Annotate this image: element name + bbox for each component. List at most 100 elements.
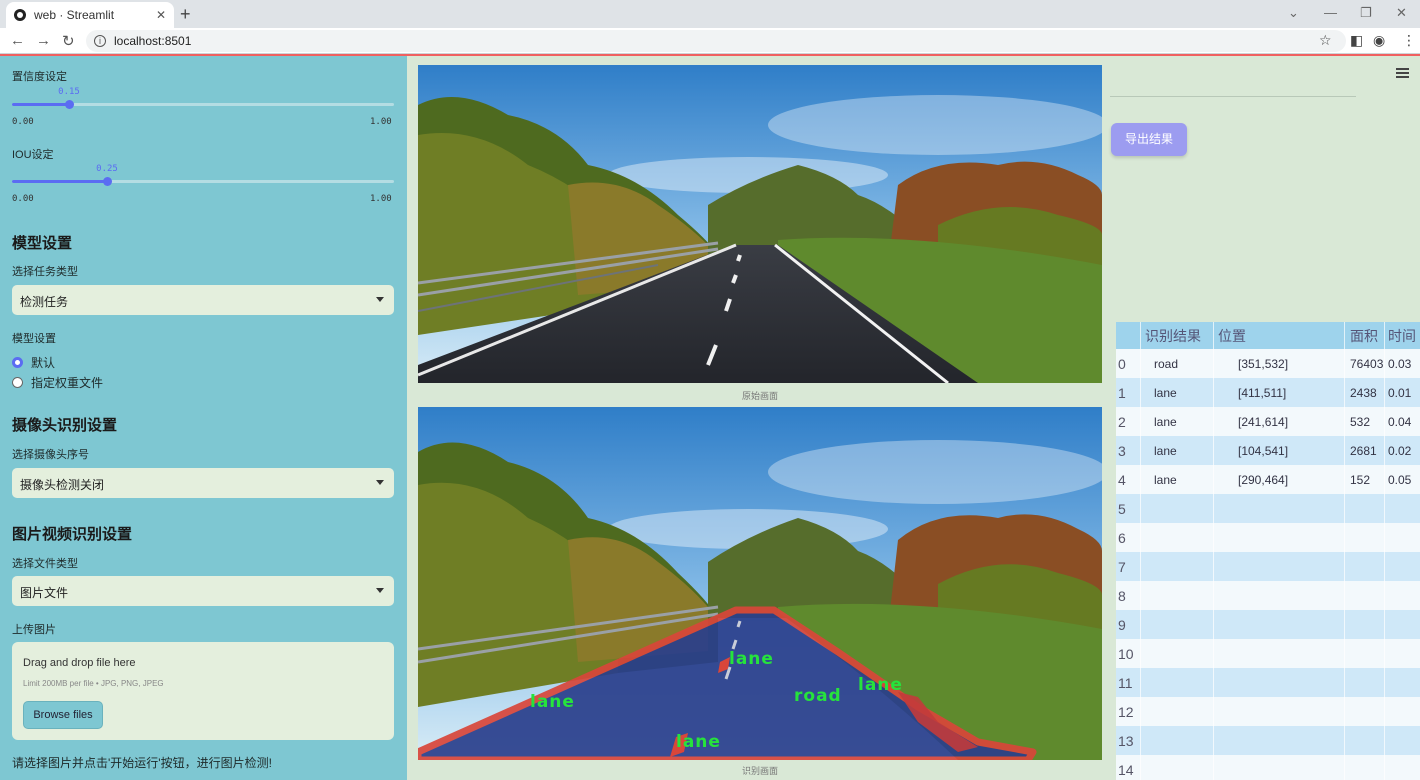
table-row[interactable]: 13 — [1116, 726, 1420, 755]
table-row[interactable]: 1 lane [411,511] 2438 0.01 — [1116, 378, 1420, 407]
model-setting-label: 模型设置 — [12, 333, 56, 345]
table-row[interactable]: 4 lane [290,464] 152 0.05 — [1116, 465, 1420, 494]
profile-avatar-icon[interactable]: ◉ — [1373, 32, 1385, 49]
browse-files-button[interactable]: Browse files — [23, 701, 103, 729]
hamburger-menu-icon[interactable] — [1396, 68, 1409, 78]
iou-min: 0.00 — [12, 194, 34, 204]
detection-label: lane — [676, 732, 721, 752]
divider — [1110, 96, 1356, 97]
column-divider — [1140, 322, 1141, 780]
row-index: 4 — [1118, 471, 1126, 488]
radio-unselected-icon[interactable] — [12, 377, 23, 388]
cell-area: 152 — [1350, 472, 1371, 487]
column-divider — [1344, 322, 1345, 780]
file-type-select[interactable]: 图片文件 — [12, 576, 394, 606]
detection-label: road — [794, 686, 842, 706]
table-row[interactable]: 3 lane [104,541] 2681 0.02 — [1116, 436, 1420, 465]
cell-area: 2438 — [1350, 385, 1377, 400]
table-row[interactable]: 5 — [1116, 494, 1420, 523]
confidence-slider-thumb[interactable] — [65, 100, 74, 109]
radio-custom-weights[interactable]: 指定权重文件 — [12, 374, 103, 391]
sidebar-panel-icon[interactable]: ◧ — [1350, 32, 1363, 49]
table-row[interactable]: 2 lane [241,614] 532 0.04 — [1116, 407, 1420, 436]
bookmark-star-icon[interactable]: ☆ — [1319, 32, 1332, 49]
chevron-down-icon — [376, 297, 384, 302]
row-index: 6 — [1118, 529, 1126, 546]
detection-label: lane — [530, 692, 575, 712]
address-bar[interactable]: i localhost:8501 — [86, 30, 1346, 52]
reload-icon[interactable]: ↻ — [62, 32, 75, 50]
window-close-icon[interactable]: ✕ — [1396, 5, 1407, 21]
cell-position: [411,511] — [1238, 385, 1287, 400]
table-row[interactable]: 10 — [1116, 639, 1420, 668]
row-index: 11 — [1118, 674, 1133, 691]
iou-slider[interactable] — [12, 177, 394, 186]
close-tab-icon[interactable]: ✕ — [156, 8, 166, 22]
radio-default[interactable]: 默认 — [12, 354, 55, 371]
column-divider — [1384, 322, 1385, 780]
iou-max: 1.00 — [370, 194, 392, 204]
confidence-slider[interactable] — [12, 100, 394, 109]
restore-icon[interactable]: ❐ — [1360, 5, 1372, 21]
forward-icon[interactable]: → — [36, 32, 51, 49]
cell-area: 532 — [1350, 414, 1371, 429]
confidence-slider-fill — [12, 103, 69, 106]
camera-select[interactable]: 摄像头检测关闭 — [12, 468, 394, 498]
cell-time: 0.02 — [1388, 443, 1412, 458]
row-index: 8 — [1118, 587, 1126, 604]
camera-select-value: 摄像头检测关闭 — [20, 478, 105, 492]
export-results-button[interactable]: 导出结果 — [1111, 123, 1187, 156]
streamlit-favicon-icon — [14, 9, 26, 21]
original-caption: 原始画面 — [741, 391, 778, 401]
cell-result: lane — [1154, 414, 1177, 429]
table-row[interactable]: 12 — [1116, 697, 1420, 726]
cell-result: lane — [1154, 472, 1177, 487]
task-type-select[interactable]: 检测任务 — [12, 285, 394, 315]
table-row[interactable]: 11 — [1116, 668, 1420, 697]
sidebar: 置信度设定 0.15 0.00 1.00 IOU设定 0.25 0.00 1.0… — [0, 56, 407, 780]
result-caption: 识别画面 — [741, 766, 778, 776]
site-info-icon[interactable]: i — [94, 35, 106, 47]
camera-index-label: 选择摄像头序号 — [12, 449, 89, 461]
back-icon[interactable]: ← — [10, 32, 25, 49]
task-type-label: 选择任务类型 — [12, 266, 78, 278]
browser-tab-bar: web · Streamlit ✕ + ⌄ — ❐ ✕ — [0, 0, 1420, 28]
row-index: 12 — [1118, 703, 1134, 720]
minimize-icon[interactable]: — — [1324, 5, 1337, 20]
detection-label: lane — [858, 675, 903, 695]
new-tab-icon[interactable]: + — [180, 4, 191, 25]
radio-custom-weights-label: 指定权重文件 — [31, 376, 104, 390]
url-text: localhost:8501 — [114, 34, 192, 48]
browser-toolbar: ← → ↻ i localhost:8501 ☆ ◧ ◉ ⋮ — [0, 28, 1420, 54]
browser-tab[interactable]: web · Streamlit ✕ — [6, 2, 174, 28]
table-row[interactable]: 8 — [1116, 581, 1420, 610]
cell-result: road — [1154, 356, 1179, 371]
file-type-value: 图片文件 — [20, 586, 69, 600]
header-position: 位置 — [1218, 327, 1246, 344]
camera-section-heading: 摄像头识别设置 — [12, 417, 118, 434]
table-row[interactable]: 14 — [1116, 755, 1420, 780]
tab-title: web · Streamlit — [34, 8, 115, 22]
file-uploader-dropzone[interactable]: Drag and drop file here Limit 200MB per … — [12, 642, 394, 740]
table-row[interactable]: 7 — [1116, 552, 1420, 581]
cell-time: 0.01 — [1388, 385, 1412, 400]
row-index: 5 — [1118, 500, 1126, 517]
cell-position: [290,464] — [1238, 472, 1289, 487]
upload-title: Drag and drop file here — [23, 657, 136, 669]
cell-time: 0.03 — [1388, 356, 1412, 371]
row-index: 1 — [1118, 384, 1126, 401]
confidence-value: 0.15 — [58, 87, 80, 97]
row-index: 0 — [1118, 355, 1126, 372]
iou-label: IOU设定 — [12, 149, 54, 161]
upload-limit: Limit 200MB per file • JPG, PNG, JPEG — [23, 679, 164, 688]
cell-area: 2681 — [1350, 443, 1377, 458]
iou-slider-thumb[interactable] — [103, 177, 112, 186]
tab-search-icon[interactable]: ⌄ — [1288, 5, 1299, 21]
table-row[interactable]: 0 road [351,532] 76403 0.03 — [1116, 349, 1420, 378]
table-row[interactable]: 9 — [1116, 610, 1420, 639]
original-image — [418, 65, 1102, 383]
row-index: 13 — [1118, 732, 1134, 749]
radio-selected-icon[interactable] — [12, 357, 23, 368]
table-row[interactable]: 6 — [1116, 523, 1420, 552]
browser-menu-icon[interactable]: ⋮ — [1402, 32, 1416, 49]
